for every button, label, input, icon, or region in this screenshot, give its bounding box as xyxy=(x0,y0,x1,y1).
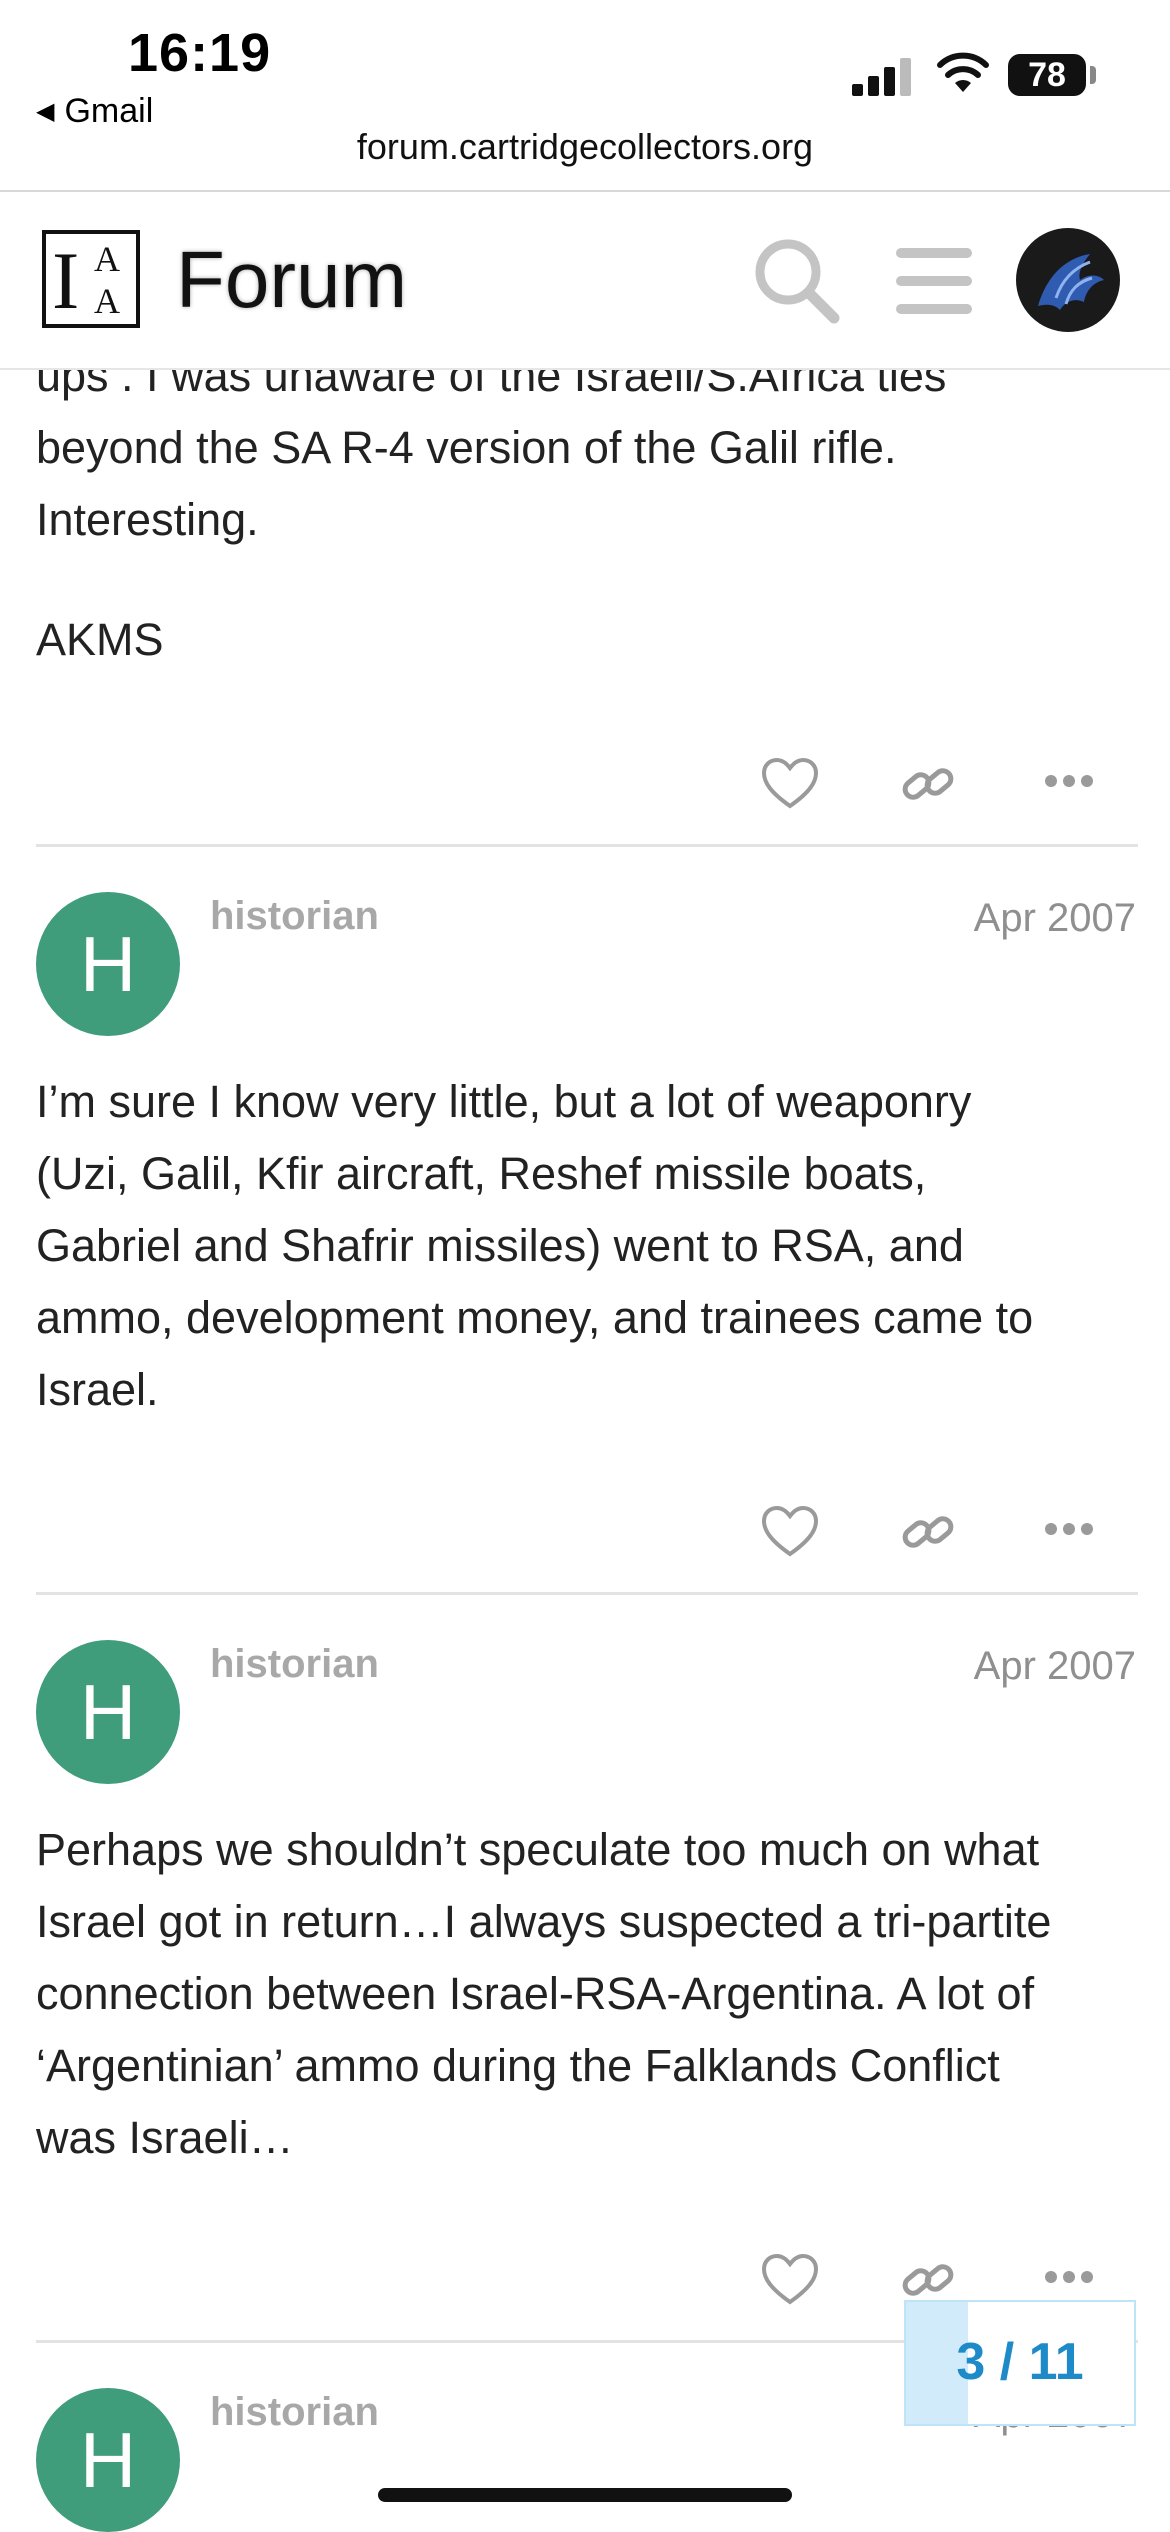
author-avatar[interactable]: H xyxy=(36,2388,180,2532)
status-time: 16:19 xyxy=(128,23,272,83)
share-link-icon[interactable] xyxy=(900,756,956,812)
post-spacer xyxy=(36,556,1136,604)
like-heart-icon[interactable] xyxy=(760,2252,820,2306)
forum-header: I A A Forum xyxy=(0,192,1170,370)
post-divider xyxy=(36,1592,1138,1595)
post-divider xyxy=(36,844,1138,847)
post-line: (Uzi, Galil, Kfir aircraft, Reshef missi… xyxy=(36,1148,927,1199)
author-username[interactable]: historian xyxy=(210,1642,379,1687)
topic-progress-label: 3 / 11 xyxy=(956,2333,1084,2391)
post-line: AKMS xyxy=(36,614,164,665)
post-body: ups . I was unaware of the Israeli/S.Afr… xyxy=(36,340,1136,676)
search-icon[interactable] xyxy=(752,236,842,326)
cellular-signal-icon xyxy=(852,58,911,96)
back-app-label: Gmail xyxy=(64,92,154,130)
post-body: I’m sure I know very little, but a lot o… xyxy=(36,1066,1136,1426)
author-username[interactable]: historian xyxy=(210,2390,379,2435)
post-body: Perhaps we shouldn’t speculate too much … xyxy=(36,1814,1136,2174)
post-actions xyxy=(760,756,1140,816)
browser-url[interactable]: forum.cartridgecollectors.org xyxy=(0,126,1170,168)
post-line: was Israeli… xyxy=(36,2112,294,2163)
like-heart-icon[interactable] xyxy=(760,756,820,810)
author-avatar[interactable]: H xyxy=(36,1640,180,1784)
wifi-icon xyxy=(937,52,989,92)
home-indicator[interactable] xyxy=(378,2488,792,2502)
post-line: Interesting. xyxy=(36,494,259,545)
post-line: connection between Israel-RSA-Argentina.… xyxy=(36,1968,1035,2019)
post-line: Israel got in return…I always suspected … xyxy=(36,1896,1052,1947)
like-heart-icon[interactable] xyxy=(760,1504,820,1558)
eagle-avatar-icon xyxy=(1038,254,1104,310)
post-line: I’m sure I know very little, but a lot o… xyxy=(36,1076,972,1127)
post-line: ‘Argentinian’ ammo during the Falklands … xyxy=(36,2040,1000,2091)
ios-status-bar: 16:19 ◀ Gmail 78 forum.cartridgecollector… xyxy=(0,0,1170,190)
hamburger-menu-icon[interactable] xyxy=(896,248,972,314)
post-actions xyxy=(760,1504,1140,1564)
post-line: Israel. xyxy=(36,1364,159,1415)
post-line: beyond the SA R-4 version of the Galil r… xyxy=(36,422,897,473)
share-link-icon[interactable] xyxy=(900,1504,956,1560)
battery-nub xyxy=(1090,66,1096,84)
post-line: ammo, development money, and trainees ca… xyxy=(36,1292,1034,1343)
post-line: Perhaps we shouldn’t speculate too much … xyxy=(36,1824,1040,1875)
topic-progress-indicator[interactable]: 3 / 11 xyxy=(904,2300,1136,2426)
more-options-icon[interactable] xyxy=(1044,1522,1094,1536)
user-avatar[interactable] xyxy=(1016,228,1120,332)
author-avatar[interactable]: H xyxy=(36,892,180,1036)
author-username[interactable]: historian xyxy=(210,894,379,939)
post-date[interactable]: Apr 2007 xyxy=(974,1644,1136,1689)
iaa-logo[interactable]: I A A xyxy=(42,230,140,328)
back-triangle-icon: ◀ xyxy=(36,98,55,125)
site-title[interactable]: Forum xyxy=(176,234,407,326)
more-options-icon[interactable] xyxy=(1044,774,1094,788)
post-line: Gabriel and Shafrir missiles) went to RS… xyxy=(36,1220,964,1271)
post-date[interactable]: Apr 2007 xyxy=(974,896,1136,941)
battery-icon: 78 xyxy=(1008,54,1086,96)
more-options-icon[interactable] xyxy=(1044,2270,1094,2284)
